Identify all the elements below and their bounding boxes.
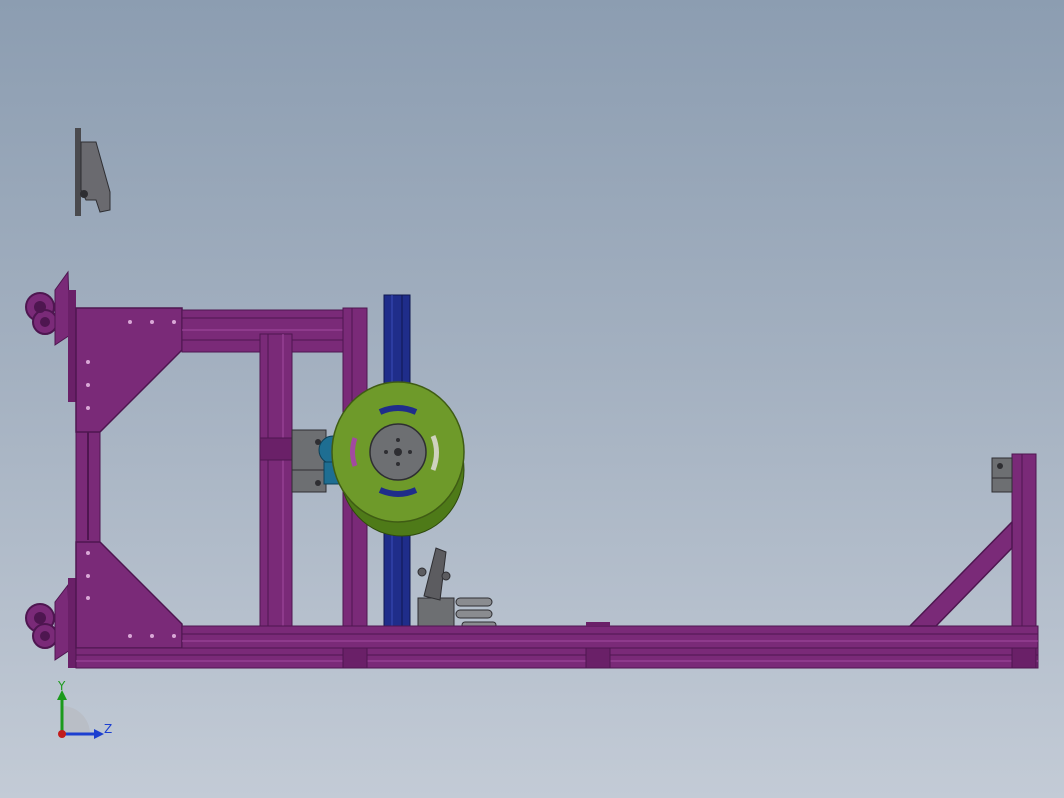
frame-right-post[interactable] [908,453,1037,627]
cad-graphics-viewport[interactable]: Y Z [0,0,1064,798]
frame-left-post[interactable] [75,307,183,669]
clamp-block[interactable] [291,429,327,493]
z-axis-label: Z [104,722,112,736]
caster-wheel-top[interactable] [25,270,76,402]
model-view[interactable]: Y Z [0,0,1064,798]
frame-mid-post[interactable] [259,333,293,627]
frame-bottom-rail[interactable] [75,622,1039,669]
y-axis-label: Y [57,679,66,693]
floating-bracket-part[interactable] [75,128,111,216]
coordinate-triad: Y Z [57,679,112,739]
caster-wheel-bottom[interactable] [25,578,76,668]
